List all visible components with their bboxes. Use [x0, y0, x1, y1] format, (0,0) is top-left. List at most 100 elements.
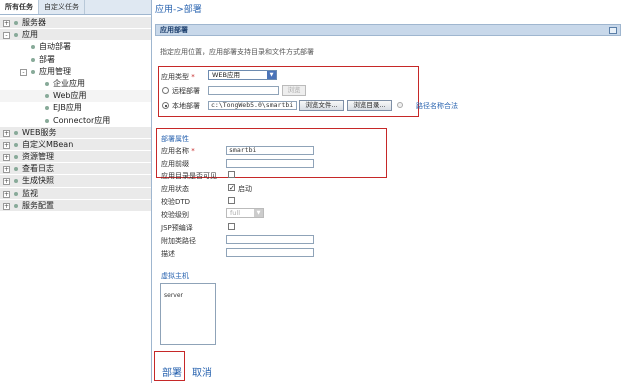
tree-item-label: EJB应用 — [53, 103, 82, 113]
status-label: 应用状态 — [161, 185, 189, 193]
tree-item-label: Connector应用 — [53, 115, 111, 125]
tree-item[interactable]: Web应用 — [0, 90, 151, 103]
tree-item[interactable]: - 应用管理 — [0, 66, 151, 78]
node-icon — [14, 33, 18, 38]
local-deploy-label: 本地部署 — [172, 102, 200, 110]
status-checkbox[interactable]: ✓ — [228, 184, 235, 192]
dir-visible-label: 应用目录是否可见 — [161, 172, 217, 180]
tab-custom-tasks[interactable]: 自定义任务 — [39, 0, 85, 14]
remote-deploy-input[interactable] — [208, 86, 279, 95]
tree-item[interactable]: + 查看日志 — [0, 163, 151, 176]
tree-item-label: Web应用 — [53, 91, 87, 101]
desc-input[interactable] — [226, 248, 314, 257]
prefix-input[interactable] — [226, 159, 314, 168]
node-icon — [14, 167, 18, 172]
tree-item-label: 应用管理 — [39, 66, 71, 76]
virtual-host-title: 虚拟主机 — [161, 272, 189, 280]
node-icon — [45, 94, 49, 99]
level-label: 校验级别 — [161, 211, 189, 219]
chevron-down-icon: ▼ — [254, 209, 263, 217]
node-icon — [14, 142, 18, 147]
dir-visible-checkbox[interactable] — [228, 171, 235, 178]
jsp-label: JSP预编译 — [161, 224, 193, 232]
path-valid-link[interactable]: 路径名称合法 — [416, 101, 458, 111]
tree-item[interactable]: EJB应用 — [0, 102, 151, 114]
tree-item[interactable]: 自动部署 — [0, 41, 151, 53]
classpath-label: 附加类路径 — [161, 237, 196, 245]
app-name-input[interactable]: smartbi — [226, 146, 314, 155]
tree-item-label: 自定义MBean — [22, 139, 74, 149]
collapse-icon[interactable]: - — [20, 68, 27, 76]
deploy-button[interactable]: 部署 — [162, 364, 182, 379]
classpath-input[interactable] — [226, 235, 314, 244]
node-icon — [14, 179, 18, 184]
expand-icon[interactable]: + — [3, 178, 10, 186]
tree-item[interactable]: 部署 — [0, 54, 151, 66]
app-name-label: 应用名称 * — [161, 147, 195, 155]
expand-icon[interactable]: + — [3, 129, 10, 137]
tree-item[interactable]: + 服务配置 — [0, 199, 151, 212]
tree-item-label: 资源管理 — [22, 152, 54, 162]
tree-item[interactable]: 企业应用 — [0, 78, 151, 90]
node-icon — [14, 191, 18, 196]
status-text: 启动 — [238, 185, 252, 193]
dtd-checkbox[interactable] — [228, 197, 235, 204]
tree-item[interactable]: + 生成快照 — [0, 175, 151, 188]
tree-item[interactable]: - 应用 — [0, 29, 151, 42]
tab-all-tasks[interactable]: 所有任务 — [0, 0, 39, 14]
app-type-select[interactable]: WEB应用 ▼ — [208, 70, 277, 80]
tree-item-label: 应用 — [22, 30, 38, 40]
browse-file-button[interactable]: 浏览文件... — [299, 100, 344, 111]
node-icon — [14, 203, 18, 208]
node-icon — [14, 155, 18, 160]
collapse-icon[interactable]: - — [3, 32, 10, 40]
panel-header: 应用部署 — [155, 24, 621, 36]
expand-icon[interactable]: + — [3, 154, 10, 162]
jsp-checkbox[interactable] — [228, 223, 235, 230]
desc-label: 描述 — [161, 250, 175, 258]
local-path-input[interactable]: c:\TongWeb5.0\smartbi — [208, 101, 297, 110]
breadcrumb: 应用->部署 — [155, 5, 202, 15]
virtual-host-list[interactable]: server — [160, 283, 216, 345]
expand-icon[interactable]: + — [3, 202, 10, 210]
tree-item[interactable]: + WEB服务 — [0, 126, 151, 139]
status-indicator-icon — [397, 102, 403, 108]
tree-item-label: 服务器 — [22, 18, 46, 27]
tree-item-label: 企业应用 — [53, 78, 85, 88]
level-select[interactable]: full ▼ — [226, 208, 264, 218]
node-icon — [14, 21, 18, 25]
collapse-icon[interactable] — [609, 27, 617, 34]
node-icon — [31, 69, 35, 74]
remote-deploy-radio[interactable] — [162, 87, 169, 94]
expand-icon[interactable]: + — [3, 190, 10, 198]
tree-item-label: 部署 — [39, 54, 55, 64]
remote-deploy-label: 远程部署 — [172, 87, 200, 95]
expand-icon[interactable]: + — [3, 166, 10, 174]
tree-item[interactable]: + 监视 — [0, 187, 151, 200]
tree-item-label: 监视 — [22, 188, 38, 198]
node-icon — [14, 130, 18, 135]
content-pane: 应用->部署 应用部署 指定应用位置，应用部署支持目录和文件方式部署 应用类型 … — [152, 0, 624, 383]
chevron-down-icon: ▼ — [267, 71, 276, 79]
task-tabs: 所有任务 自定义任务 — [0, 0, 151, 15]
expand-icon[interactable]: + — [3, 20, 10, 27]
tree-item-label: 服务配置 — [22, 200, 54, 210]
tree-item-label: 自动部署 — [39, 42, 71, 52]
remote-browse-button[interactable]: 浏览 — [282, 85, 306, 96]
tree-item[interactable]: + 自定义MBean — [0, 138, 151, 152]
node-icon — [31, 45, 35, 50]
panel-title: 应用部署 — [160, 26, 188, 34]
tree-item[interactable]: + 资源管理 — [0, 151, 151, 164]
browse-dir-button[interactable]: 浏览目录... — [347, 100, 392, 111]
node-icon — [45, 81, 49, 86]
nav-tree: + 服务器 - 应用 自动部署部署 - 应用管理企业应用 Web应用 EJB应用 Connecto… — [0, 15, 151, 212]
navigation-pane: 所有任务 自定义任务 + 服务器 - 应用 自动部署部署 - 应用管理企业应用 Web应用 EJ… — [0, 0, 152, 383]
prefix-label: 应用前缀 — [161, 160, 189, 168]
local-deploy-radio[interactable] — [162, 102, 169, 109]
cancel-button[interactable]: 取消 — [192, 364, 212, 379]
tree-item[interactable]: Connector应用 — [0, 115, 151, 127]
node-icon — [45, 118, 49, 123]
virtual-host-item[interactable]: server — [164, 292, 215, 299]
expand-icon[interactable]: + — [3, 141, 10, 149]
tree-item[interactable]: + 服务器 — [0, 17, 151, 30]
